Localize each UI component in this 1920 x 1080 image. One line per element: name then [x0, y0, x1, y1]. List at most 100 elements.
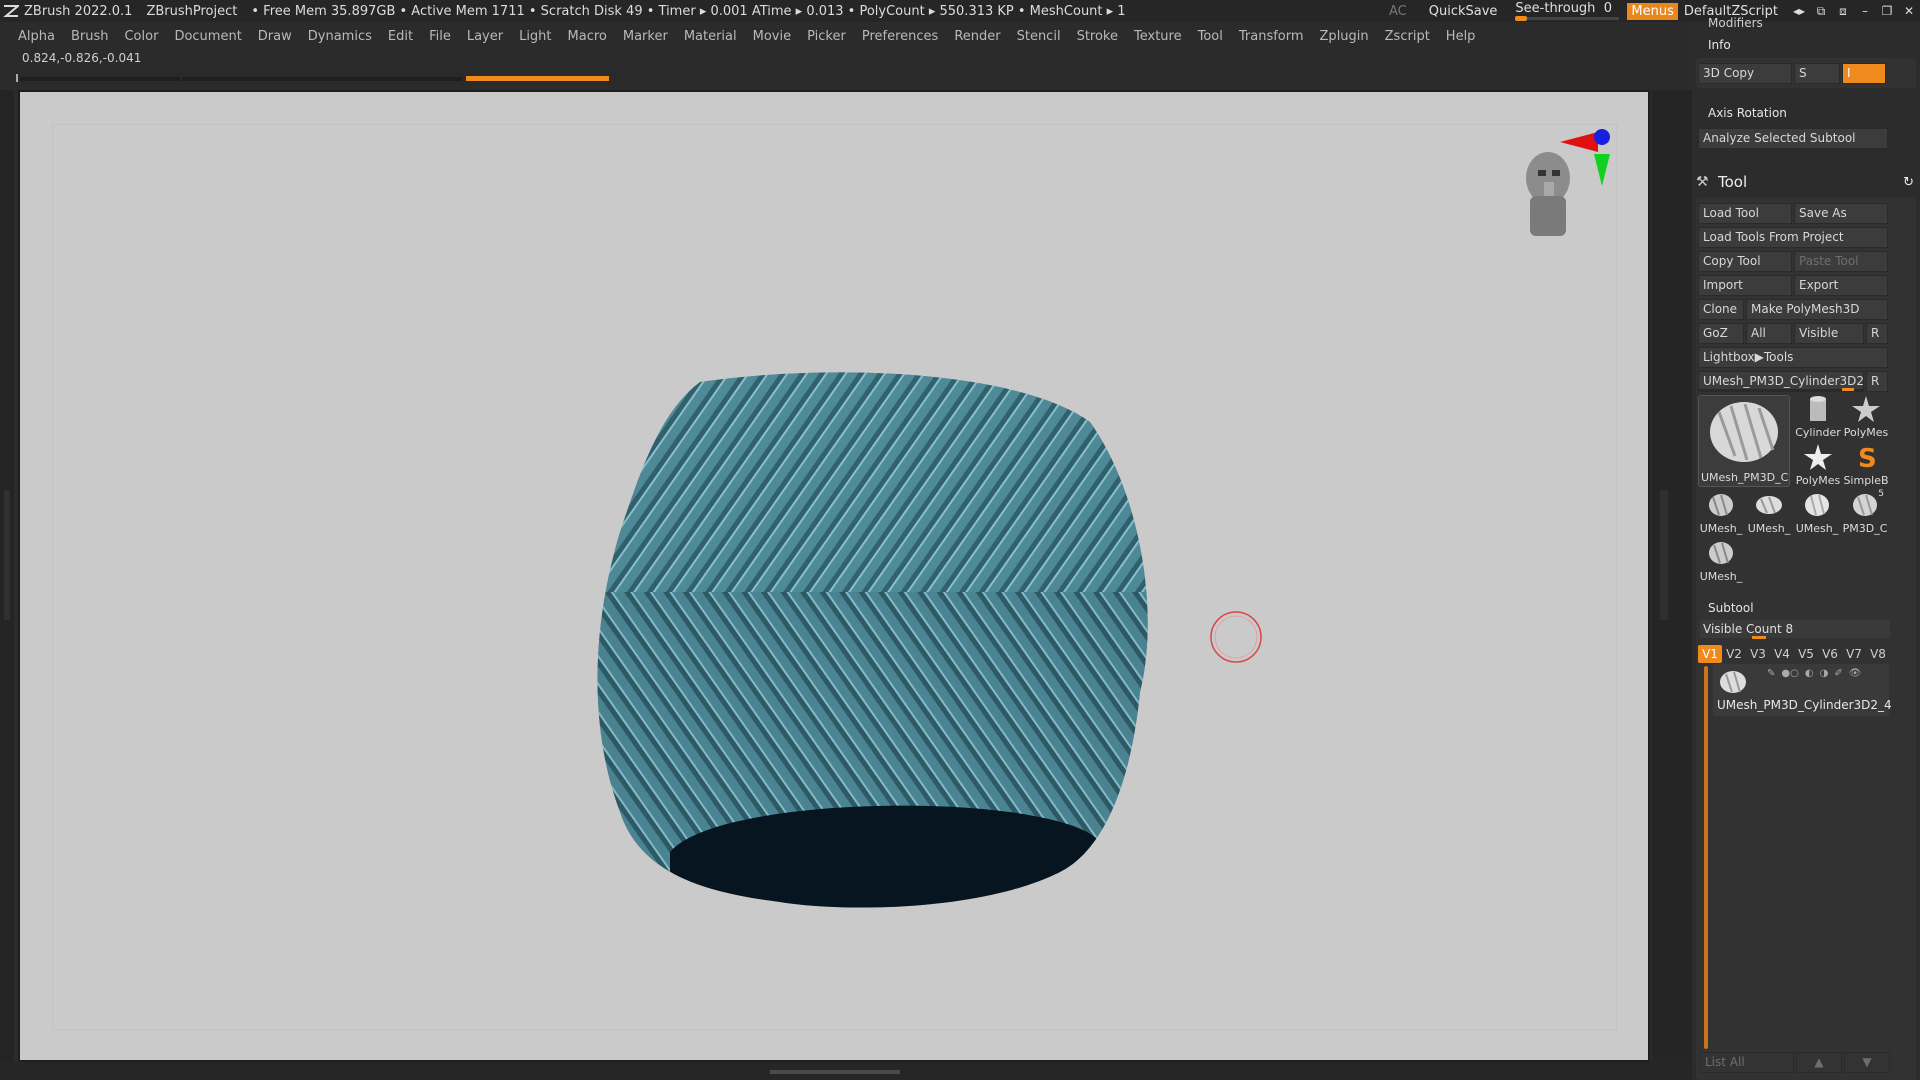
copy-tool-button[interactable]: Copy Tool [1698, 251, 1792, 272]
current-tool-slider[interactable]: UMesh_PM3D_Cylinder3D2_4 [1698, 371, 1864, 392]
tool-thumb-umesh-1[interactable]: UMesh_ [1698, 489, 1744, 535]
tool-thumb-cylinder[interactable]: Cylinder [1795, 393, 1841, 439]
menu-stroke[interactable]: Stroke [1077, 29, 1118, 44]
menu-file[interactable]: File [429, 29, 451, 44]
analyze-subtool-button[interactable]: Analyze Selected Subtool [1698, 128, 1888, 149]
move-down-icon[interactable]: ▼ [1844, 1052, 1890, 1073]
menu-transform[interactable]: Transform [1239, 29, 1304, 44]
polypaint-icon[interactable]: ◐ [1805, 668, 1814, 679]
menu-help[interactable]: Help [1446, 29, 1476, 44]
menu-movie[interactable]: Movie [753, 29, 791, 44]
tab-v6[interactable]: V6 [1818, 645, 1842, 663]
menu-zscript[interactable]: Zscript [1385, 29, 1430, 44]
tab-v7[interactable]: V7 [1842, 645, 1866, 663]
tool-thumb-umesh-3[interactable]: UMesh_ [1794, 489, 1840, 535]
menu-color[interactable]: Color [124, 29, 158, 44]
menu-render[interactable]: Render [954, 29, 1000, 44]
right-tray-handle[interactable] [1660, 490, 1668, 620]
menu-alpha[interactable]: Alpha [18, 29, 55, 44]
menu-document[interactable]: Document [174, 29, 241, 44]
navigation-gizmo[interactable] [1510, 112, 1620, 242]
minimize-icon[interactable]: – [1854, 0, 1876, 22]
menu-layer[interactable]: Layer [467, 29, 503, 44]
menu-edit[interactable]: Edit [388, 29, 413, 44]
y-axis-icon[interactable] [1594, 154, 1610, 186]
refresh-icon[interactable]: ↻ [1903, 175, 1914, 190]
z-axis-icon[interactable] [1594, 129, 1610, 145]
active-tool-thumbnail[interactable]: UMesh_PM3D_C [1698, 395, 1790, 487]
clone-button[interactable]: Clone [1698, 299, 1744, 320]
save-as-button[interactable]: Save As [1794, 203, 1888, 224]
list-all-button[interactable]: List All [1700, 1052, 1794, 1073]
info-label[interactable]: Info [1708, 38, 1731, 52]
pen-icon[interactable]: ✎ [1767, 668, 1775, 679]
goz-r-button[interactable]: R [1866, 323, 1888, 344]
tab-v1[interactable]: V1 [1698, 645, 1722, 663]
maximize-icon[interactable]: ❐ [1876, 0, 1898, 22]
menu-dynamics[interactable]: Dynamics [308, 29, 372, 44]
quicksave-button[interactable]: QuickSave [1429, 4, 1498, 19]
goz-button[interactable]: GoZ [1698, 323, 1744, 344]
current-tool-r-button[interactable]: R [1866, 371, 1888, 392]
visible-count-slider[interactable]: Visible Count 8 [1700, 620, 1890, 638]
tool-thumb-umesh-2[interactable]: UMesh_ [1746, 489, 1792, 535]
axis-rotation-label[interactable]: Axis Rotation [1708, 106, 1787, 120]
visible-count-knob[interactable] [1752, 636, 1766, 639]
current-tool-slider-knob[interactable] [1842, 388, 1854, 391]
see-through-knob[interactable] [1515, 16, 1528, 21]
modifiers-label[interactable]: Modifiers [1708, 16, 1763, 30]
tab-v5[interactable]: V5 [1794, 645, 1818, 663]
goz-all-button[interactable]: All [1746, 323, 1792, 344]
lightbox-tools-button[interactable]: Lightbox▶Tools [1698, 347, 1888, 368]
menu-zplugin[interactable]: Zplugin [1320, 29, 1369, 44]
close-icon[interactable]: ✕ [1898, 0, 1920, 22]
brush-icon[interactable]: ✐ [1834, 668, 1842, 679]
menu-preferences[interactable]: Preferences [862, 29, 938, 44]
see-through-slider[interactable]: See-through 0 [1515, 0, 1620, 22]
tab-v2[interactable]: V2 [1722, 645, 1746, 663]
window-switch-icon[interactable]: ⧈ [1832, 0, 1854, 22]
left-tray-handle[interactable] [4, 490, 10, 620]
export-button[interactable]: Export [1794, 275, 1888, 296]
ac-toggle[interactable]: AC [1389, 4, 1407, 19]
tool-thumb-umesh-4[interactable]: UMesh_ [1698, 537, 1744, 583]
material-icon[interactable]: ◑ [1820, 668, 1829, 679]
load-tool-button[interactable]: Load Tool [1698, 203, 1792, 224]
tab-v3[interactable]: V3 [1746, 645, 1770, 663]
3d-copy-button[interactable]: 3D Copy [1698, 63, 1792, 84]
menu-material[interactable]: Material [684, 29, 737, 44]
tool-thumb-polymesh-star-2[interactable]: PolyMes [1795, 441, 1841, 487]
i-value-input[interactable]: I [1842, 63, 1886, 84]
move-up-icon[interactable]: ▲ [1796, 1052, 1842, 1073]
menu-stencil[interactable]: Stencil [1017, 29, 1061, 44]
menu-texture[interactable]: Texture [1134, 29, 1182, 44]
menu-light[interactable]: Light [519, 29, 551, 44]
subtool-title[interactable]: Subtool [1708, 601, 1754, 615]
head-gizmo-icon[interactable] [1526, 152, 1570, 236]
tool-thumb-simplebrush[interactable]: S SimpleB [1843, 441, 1889, 487]
menus-button[interactable]: Menus [1627, 2, 1678, 20]
document-canvas[interactable] [18, 90, 1650, 1062]
menu-marker[interactable]: Marker [623, 29, 668, 44]
goz-visible-button[interactable]: Visible [1794, 323, 1864, 344]
menu-tool[interactable]: Tool [1198, 29, 1223, 44]
window-layout-icon[interactable]: ⧉ [1810, 0, 1832, 22]
mesh-viewport[interactable] [20, 92, 1650, 1062]
menu-picker[interactable]: Picker [807, 29, 846, 44]
menu-draw[interactable]: Draw [258, 29, 292, 44]
bottom-tray-handle[interactable] [770, 1070, 900, 1074]
x-axis-icon[interactable] [1560, 132, 1598, 152]
tool-thumb-pm3d[interactable]: 5 PM3D_C [1842, 489, 1888, 535]
import-button[interactable]: Import [1698, 275, 1792, 296]
tool-thumb-polymesh-star[interactable]: PolyMes [1843, 393, 1889, 439]
subtool-item[interactable]: ✎ ●○ ◐ ◑ ✐ 👁 UMesh_PM3D_Cylinder3D2_4 [1713, 664, 1892, 716]
menu-macro[interactable]: Macro [568, 29, 607, 44]
toggle-icon[interactable]: ●○ [1781, 668, 1798, 679]
load-tools-from-project-button[interactable]: Load Tools From Project [1698, 227, 1888, 248]
tab-v8[interactable]: V8 [1866, 645, 1890, 663]
s-toggle[interactable]: S [1794, 63, 1840, 84]
subtool-list-scrollbar[interactable] [1704, 666, 1708, 1049]
tool-palette-header[interactable]: ⚒ Tool ↻ [1692, 170, 1920, 194]
paste-tool-button[interactable]: Paste Tool [1794, 251, 1888, 272]
menu-brush[interactable]: Brush [71, 29, 109, 44]
